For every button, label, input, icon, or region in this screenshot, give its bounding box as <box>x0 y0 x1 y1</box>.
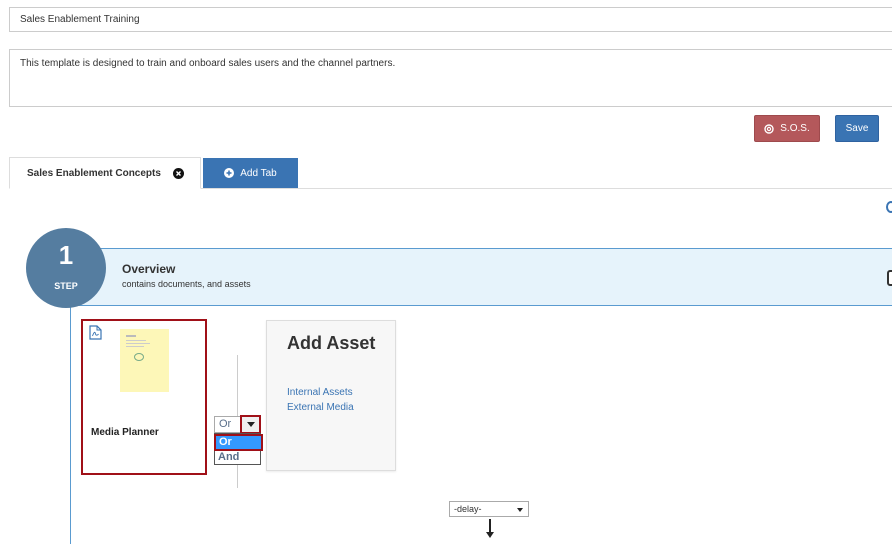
add-asset-title: Add Asset <box>287 333 376 353</box>
external-media-link[interactable]: External Media <box>287 402 354 413</box>
step-connector-line <box>70 306 71 544</box>
close-circle-icon[interactable] <box>172 167 184 179</box>
logic-option-and[interactable]: And <box>218 451 239 463</box>
step-checkbox[interactable] <box>887 270 892 286</box>
info-icon[interactable] <box>886 201 892 213</box>
chevron-down-icon <box>246 422 255 427</box>
delay-selected-value: -delay- <box>454 504 482 514</box>
template-name-input[interactable]: Sales Enablement Training <box>9 7 892 32</box>
step-title: Overview <box>122 262 176 276</box>
asset-thumbnail <box>120 329 169 392</box>
save-button[interactable]: Save <box>835 115 879 142</box>
internal-assets-link[interactable]: Internal Assets <box>287 387 353 398</box>
tab-sales-enablement-concepts[interactable]: Sales Enablement Concepts <box>9 157 201 189</box>
logic-selected-value: Or <box>219 418 232 430</box>
add-asset-panel: Add Asset Internal Assets External Media <box>266 320 396 471</box>
asset-name: Media Planner <box>91 427 159 438</box>
step-number: 1 <box>58 240 74 270</box>
add-tab-label: Add Tab <box>240 167 277 179</box>
pdf-file-icon <box>89 325 102 340</box>
logic-dropdown-list: Or And <box>214 433 263 465</box>
template-description-textarea[interactable]: This template is designed to train and o… <box>9 49 892 107</box>
logic-dropdown-button[interactable] <box>240 415 261 434</box>
arrow-down-icon <box>486 519 494 538</box>
step-word: STEP <box>54 281 78 291</box>
step-header <box>70 248 892 306</box>
delay-select[interactable]: -delay- <box>449 501 529 517</box>
step-badge: 1 STEP <box>26 228 106 308</box>
sos-label: S.O.S. <box>780 123 810 134</box>
lifebuoy-icon <box>764 123 774 134</box>
asset-card-media-planner[interactable]: Media Planner <box>81 319 207 475</box>
step-subtitle: contains documents, and assets <box>122 279 251 289</box>
plus-circle-icon <box>224 168 235 178</box>
tab-label: Sales Enablement Concepts <box>27 167 161 179</box>
sos-button[interactable]: S.O.S. <box>754 115 820 142</box>
logic-option-or[interactable]: Or <box>214 434 263 451</box>
save-label: Save <box>845 123 869 134</box>
chevron-down-icon <box>517 508 523 512</box>
add-tab-button[interactable]: Add Tab <box>203 158 298 188</box>
